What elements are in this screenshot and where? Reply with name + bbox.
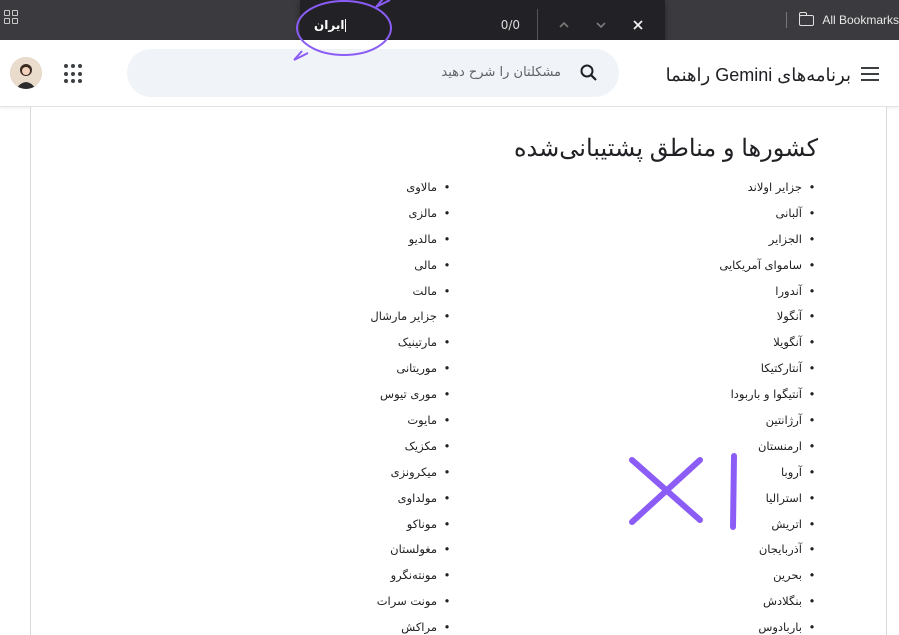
find-query-text: ایران (314, 18, 345, 32)
hamburger-menu-icon[interactable] (861, 67, 879, 81)
article-content: کشورها و مناطق پشتیبانی‌شده جزایر اولاند… (30, 107, 887, 635)
product-title[interactable]: برنامه‌های Gemini راهنما (666, 63, 851, 87)
country-list-item: ارمنستان (719, 438, 818, 464)
country-list-item: میکرونزی (370, 464, 453, 490)
country-list-item: مکزیک (370, 438, 453, 464)
country-list-item: مالی (370, 257, 453, 283)
country-list-item: مراکش (370, 619, 453, 635)
find-match-count: 0/0 (500, 18, 520, 32)
country-list-item: بنگلادش (719, 593, 818, 619)
folder-icon (798, 11, 815, 26)
close-icon (633, 20, 643, 30)
country-list-item: بحرین (719, 567, 818, 593)
country-list-item: جزایر اولاند (719, 179, 818, 205)
country-list-item: آذربایجان (719, 541, 818, 567)
country-list-item: مولداوی (370, 490, 453, 516)
country-list-item: مایوت (370, 412, 453, 438)
country-list-item: موریتانی (370, 360, 453, 386)
search-icon[interactable] (579, 63, 599, 83)
country-list-item: آرژانتین (719, 412, 818, 438)
find-close-button[interactable] (626, 13, 650, 37)
page-title: کشورها و مناطق پشتیبانی‌شده (513, 135, 818, 162)
apps-shortcut-icon[interactable] (4, 10, 18, 24)
country-list-item: مالدیو (370, 231, 453, 257)
country-list-item: مونت سرات (370, 593, 453, 619)
country-list-item: آندورا (719, 283, 818, 309)
country-list-item: مالت (370, 283, 453, 309)
country-list-item: استرالیا (719, 490, 818, 516)
country-list-item: باربادوس (719, 619, 818, 635)
country-list-item: آروبا (719, 464, 818, 490)
country-list-item: مالزی (370, 205, 453, 231)
country-list-item: آنگویلا (719, 334, 818, 360)
all-bookmarks-button[interactable]: All Bookmarks (786, 11, 899, 29)
find-next-button[interactable] (589, 13, 613, 37)
countries-list-left: مالاویمالزیمالدیومالیمالتجزایر مارشالمار… (370, 179, 453, 635)
countries-list-right: جزایر اولاندآلبانیالجزایرساموای آمریکایی… (719, 179, 818, 635)
text-caret (345, 19, 347, 32)
country-list-item: آنتیگوا و باربودا (719, 386, 818, 412)
country-list-item: آنگولا (719, 308, 818, 334)
country-list-item: موری تیوس (370, 386, 453, 412)
help-search-input[interactable]: مشکلتان را شرح دهید (127, 49, 619, 97)
country-list-item: آنتارکتیکا (719, 360, 818, 386)
country-list-item: اتریش (719, 516, 818, 542)
find-input[interactable]: ایران (314, 15, 474, 35)
country-list-item: ساموای آمریکایی (719, 257, 818, 283)
all-bookmarks-label: All Bookmarks (822, 13, 899, 27)
country-list-item: مغولستان (370, 541, 453, 567)
country-list-item: جزایر مارشال (370, 308, 453, 334)
bookmarks-separator (786, 12, 788, 28)
avatar[interactable] (10, 57, 42, 89)
country-list-item: الجزایر (719, 231, 818, 257)
user-avatar-image (10, 57, 42, 89)
country-list-item: مارتینیک (370, 334, 453, 360)
help-center-header: مشکلتان را شرح دهید برنامه‌های Gemini را… (0, 40, 899, 107)
country-list-item: مالاوی (370, 179, 453, 205)
google-apps-button[interactable] (64, 64, 84, 84)
chevron-up-icon (559, 21, 569, 28)
search-placeholder: مشکلتان را شرح دهید (441, 65, 561, 80)
country-list-item: آلبانی (719, 205, 818, 231)
chevron-down-icon (596, 22, 606, 29)
find-previous-button[interactable] (552, 13, 576, 37)
find-divider (537, 9, 538, 41)
country-list-item: مونته‌نگرو (370, 567, 453, 593)
country-list-item: موناکو (370, 516, 453, 542)
